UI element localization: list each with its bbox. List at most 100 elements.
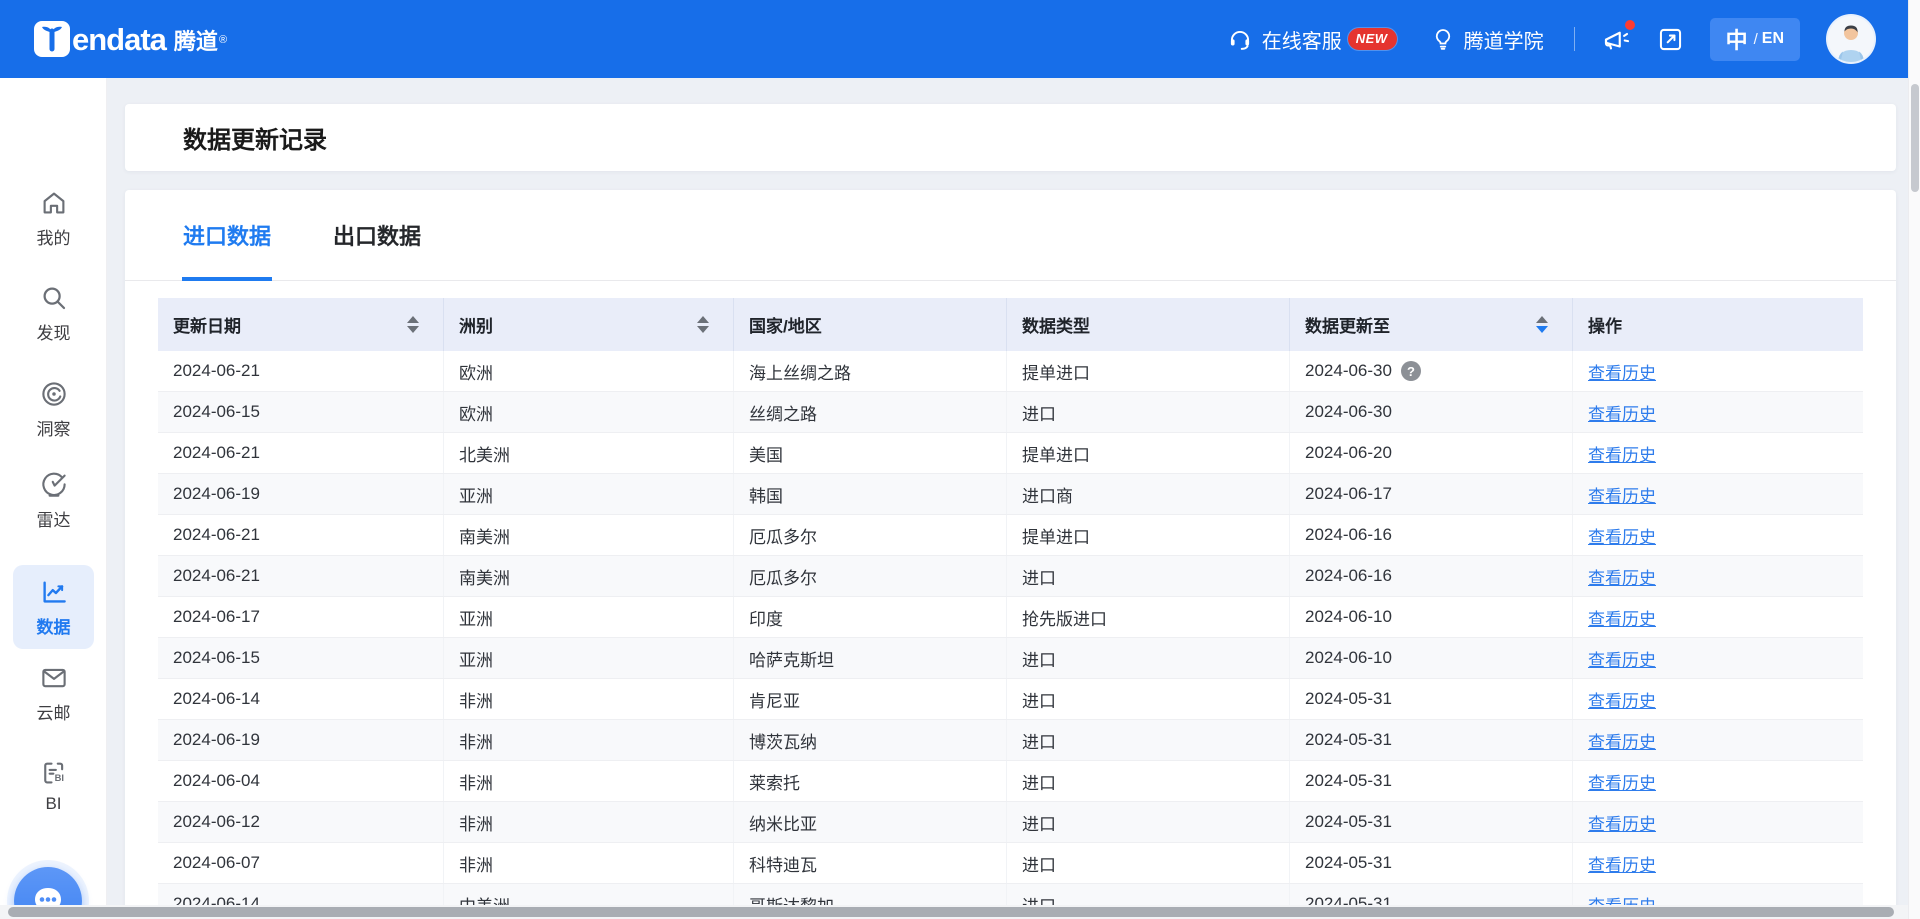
online-service-button[interactable]: 在线客服 NEW [1227, 25, 1397, 54]
cell-country: 莱索托 [734, 761, 1007, 801]
vertical-scrollbar-thumb[interactable] [1911, 84, 1919, 192]
cell-actions: 查看历史 [1573, 843, 1863, 883]
announcements-button[interactable] [1601, 24, 1631, 54]
view-history-link[interactable]: 查看历史 [1588, 769, 1656, 794]
column-header-actions: 操作 [1573, 298, 1863, 351]
cell-country: 哈萨克斯坦 [734, 638, 1007, 678]
cell-actions: 查看历史 [1573, 515, 1863, 555]
view-history-link[interactable]: 查看历史 [1588, 687, 1656, 712]
cell-continent: 亚洲 [444, 638, 734, 678]
table-row: 2024-06-21南美洲厄瓜多尔提单进口2024-06-16查看历史 [158, 515, 1863, 556]
view-history-link[interactable]: 查看历史 [1588, 728, 1656, 753]
table-row: 2024-06-17亚洲印度抢先版进口2024-06-10查看历史 [158, 597, 1863, 638]
sidebar-item-mail[interactable]: 云邮 [0, 663, 107, 724]
fullscreen-button[interactable] [1657, 26, 1684, 53]
table-row: 2024-06-21北美洲美国提单进口2024-06-20查看历史 [158, 433, 1863, 474]
cell-actions: 查看历史 [1573, 761, 1863, 801]
top-header: endata 腾道 ® 在线客服 NEW 腾道学院 [0, 0, 1920, 78]
cell-actions: 查看历史 [1573, 679, 1863, 719]
view-history-link[interactable]: 查看历史 [1588, 564, 1656, 589]
table-row: 2024-06-07非洲科特迪瓦进口2024-05-31查看历史 [158, 843, 1863, 884]
view-history-link[interactable]: 查看历史 [1588, 605, 1656, 630]
column-header-continent[interactable]: 洲别 [444, 298, 734, 351]
cell-update-date: 2024-06-14 [158, 679, 444, 719]
view-history-link[interactable]: 查看历史 [1588, 646, 1656, 671]
mail-icon [39, 663, 69, 693]
view-history-link[interactable]: 查看历史 [1588, 400, 1656, 425]
table-header-row: 更新日期洲别国家/地区数据类型数据更新至操作 [158, 298, 1863, 351]
sort-toggle-icon[interactable] [407, 316, 419, 333]
sidebar-item-insight[interactable]: 洞察 [0, 379, 107, 440]
logo-mark-icon [34, 21, 70, 57]
help-question-icon[interactable]: ? [1401, 361, 1421, 381]
cell-actions: 查看历史 [1573, 597, 1863, 637]
cell-actions: 查看历史 [1573, 802, 1863, 842]
cell-update-date: 2024-06-19 [158, 474, 444, 514]
view-history-link[interactable]: 查看历史 [1588, 359, 1656, 384]
cell-data-type: 提单进口 [1007, 515, 1290, 555]
sidebar-item-label: 云邮 [37, 699, 71, 724]
column-label: 数据类型 [1022, 312, 1090, 337]
cell-data-type: 进口商 [1007, 474, 1290, 514]
cell-actions: 查看历史 [1573, 351, 1863, 391]
left-sidebar: 我的发现洞察雷达数据云邮BIBI » [0, 78, 107, 919]
table-row: 2024-06-21欧洲海上丝绸之路提单进口2024-06-30?查看历史 [158, 351, 1863, 392]
cell-update-date: 2024-06-12 [158, 802, 444, 842]
cell-updated-to: 2024-05-31 [1290, 802, 1573, 842]
column-header-updated-to[interactable]: 数据更新至 [1290, 298, 1573, 351]
sidebar-item-my[interactable]: 我的 [0, 188, 107, 249]
view-history-link[interactable]: 查看历史 [1588, 523, 1656, 548]
data-table: 更新日期洲别国家/地区数据类型数据更新至操作 2024-06-21欧洲海上丝绸之… [158, 298, 1863, 919]
online-service-label: 在线客服 [1262, 25, 1342, 54]
cell-update-date: 2024-06-21 [158, 556, 444, 596]
cell-continent: 欧洲 [444, 392, 734, 432]
lang-separator: / [1754, 31, 1758, 48]
cell-data-type: 进口 [1007, 843, 1290, 883]
user-avatar[interactable] [1828, 16, 1874, 62]
header-right-group: 在线客服 NEW 腾道学院 [1227, 0, 1874, 78]
lang-zh-label: 中 [1726, 23, 1748, 55]
sort-toggle-icon[interactable] [697, 316, 709, 333]
cell-country: 韩国 [734, 474, 1007, 514]
cell-update-date: 2024-06-17 [158, 597, 444, 637]
horizontal-scrollbar-thumb[interactable] [8, 907, 1894, 917]
sidebar-item-data[interactable]: 数据 [13, 565, 94, 649]
cell-continent: 北美洲 [444, 433, 734, 473]
cell-country: 纳米比亚 [734, 802, 1007, 842]
sidebar-item-radar[interactable]: 雷达 [0, 470, 107, 531]
cell-data-type: 进口 [1007, 802, 1290, 842]
academy-button[interactable]: 腾道学院 [1431, 25, 1544, 54]
cell-updated-to: 2024-05-31 [1290, 761, 1573, 801]
cell-country: 科特迪瓦 [734, 843, 1007, 883]
view-history-link[interactable]: 查看历史 [1588, 441, 1656, 466]
cell-updated-to: 2024-05-31 [1290, 679, 1573, 719]
cell-continent: 非洲 [444, 761, 734, 801]
insight-icon [39, 379, 69, 409]
cell-data-type: 抢先版进口 [1007, 597, 1290, 637]
view-history-link[interactable]: 查看历史 [1588, 810, 1656, 835]
tab-import-data[interactable]: 进口数据 [183, 190, 271, 281]
cell-actions: 查看历史 [1573, 474, 1863, 514]
column-label: 洲别 [459, 312, 493, 337]
cell-updated-to: 2024-06-16 [1290, 515, 1573, 555]
sidebar-item-label: 洞察 [37, 415, 71, 440]
cell-updated-to: 2024-06-20 [1290, 433, 1573, 473]
sidebar-item-label: 我的 [37, 224, 71, 249]
tab-export-data[interactable]: 出口数据 [333, 190, 421, 281]
cell-continent: 非洲 [444, 802, 734, 842]
cell-actions: 查看历史 [1573, 433, 1863, 473]
sidebar-item-discover[interactable]: 发现 [0, 283, 107, 344]
tendata-logo[interactable]: endata 腾道 ® [34, 21, 227, 57]
sort-toggle-icon[interactable] [1536, 316, 1548, 333]
vertical-scrollbar [1908, 0, 1920, 919]
cell-continent: 非洲 [444, 843, 734, 883]
view-history-link[interactable]: 查看历史 [1588, 482, 1656, 507]
table-body: 2024-06-21欧洲海上丝绸之路提单进口2024-06-30?查看历史202… [158, 351, 1863, 919]
sidebar-item-label: 雷达 [37, 506, 71, 531]
headset-icon [1227, 26, 1253, 52]
sidebar-item-label: BI [45, 794, 61, 814]
view-history-link[interactable]: 查看历史 [1588, 851, 1656, 876]
column-header-update-date[interactable]: 更新日期 [158, 298, 444, 351]
language-switcher[interactable]: 中 / EN [1710, 18, 1800, 61]
sidebar-item-bi[interactable]: BIBI [0, 758, 107, 814]
